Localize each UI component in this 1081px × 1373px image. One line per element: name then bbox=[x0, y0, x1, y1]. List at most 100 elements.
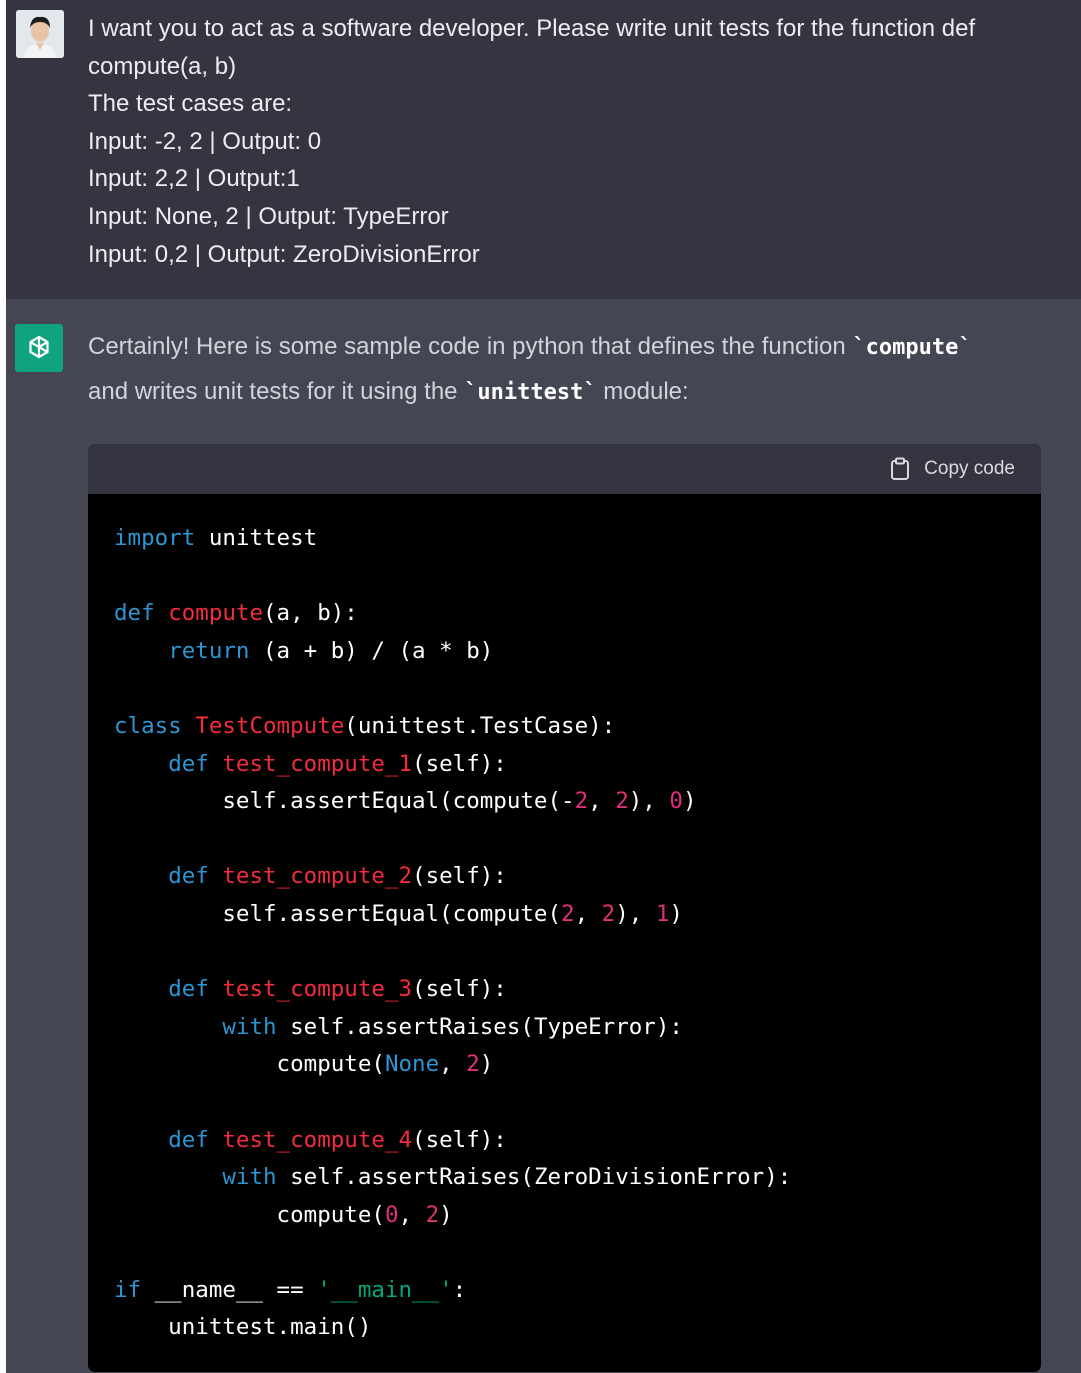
code-token-plain: (self): bbox=[412, 1126, 507, 1153]
code-line: def test_compute_1(self): bbox=[114, 746, 791, 784]
code-line: with self.assertRaises(TypeError): bbox=[114, 1009, 791, 1047]
code-token-num: 2 bbox=[425, 1201, 440, 1228]
code-token-kw: None bbox=[384, 1051, 440, 1078]
code-token-fn: test_compute_3 bbox=[222, 976, 413, 1003]
code-token-plain: (self): bbox=[412, 976, 507, 1003]
code-line: self.assertEqual(compute(2, 2), 1) bbox=[114, 896, 791, 934]
code-token-num: 2 bbox=[615, 788, 629, 815]
intro-text-1: Certainly! Here is some sample code in p… bbox=[88, 333, 853, 360]
user-message-line: The test cases are: bbox=[88, 90, 293, 118]
code-token-num: 2 bbox=[466, 1051, 480, 1078]
code-line: def test_compute_4(self): bbox=[114, 1122, 791, 1160]
code-token-plain: unittest.main() bbox=[114, 1314, 372, 1341]
code-line: self.assertEqual(compute(-2, 2), 0) bbox=[114, 783, 791, 821]
code-token-kw: def bbox=[168, 1126, 209, 1153]
code-token-plain: self.assertEqual(compute( bbox=[114, 900, 562, 927]
code-line: class TestCompute(unittest.TestCase): bbox=[114, 708, 791, 746]
code-line: compute(None, 2) bbox=[114, 1046, 791, 1084]
code-token-kw: def bbox=[114, 600, 155, 627]
code-token-plain: (a, b): bbox=[263, 600, 358, 627]
code-token-plain: ) bbox=[669, 900, 683, 927]
code-token-fn: TestCompute bbox=[195, 712, 345, 739]
code-token-num: 0 bbox=[669, 788, 683, 815]
code-line: import unittest bbox=[114, 520, 791, 558]
user-message-line: Input: -2, 2 | Output: 0 bbox=[88, 127, 322, 155]
code-token-num: 0 bbox=[384, 1201, 399, 1228]
code-line: def compute(a, b): bbox=[114, 595, 791, 633]
code-line: with self.assertRaises(ZeroDivisionError… bbox=[114, 1159, 791, 1197]
code-token-kw: class bbox=[114, 712, 182, 739]
code-token-plain: ), bbox=[628, 788, 670, 815]
code-token-plain: unittest bbox=[195, 525, 318, 551]
code-token-plain: , bbox=[398, 1201, 426, 1228]
code-token-plain: compute( bbox=[114, 1201, 385, 1228]
code-token-fn: test_compute_2 bbox=[222, 863, 413, 890]
code-line: def test_compute_2(self): bbox=[114, 858, 791, 896]
user-message-line: I want you to act as a software develope… bbox=[88, 15, 976, 42]
intro-text-2: and writes unit tests for it using the bbox=[88, 378, 465, 405]
code-token-plain: (a + b) / (a * b) bbox=[249, 637, 494, 664]
code-token-num: 2 bbox=[561, 900, 575, 927]
user-message-line: compute(a, b) bbox=[88, 52, 237, 80]
code-token-plain: ) bbox=[439, 1201, 453, 1228]
user-message-line: Input: None, 2 | Output: TypeError bbox=[88, 202, 449, 230]
clipboard-icon bbox=[891, 457, 910, 480]
code-line: if __name__ == '__main__': bbox=[114, 1272, 791, 1310]
openai-logo-icon bbox=[15, 324, 63, 372]
code-line: return (a + b) / (a * b) bbox=[114, 633, 791, 671]
intro-text-3: module: bbox=[596, 378, 689, 405]
code-line: compute(0, 2) bbox=[114, 1197, 791, 1235]
code-content: import unittest def compute(a, b): return… bbox=[114, 520, 791, 1347]
code-token-kw: def bbox=[168, 863, 209, 890]
code-token-kw: def bbox=[168, 976, 209, 1003]
code-token-fn: test_compute_4 bbox=[222, 1126, 413, 1153]
code-token-plain: , bbox=[439, 1051, 467, 1078]
code-token-kw: import bbox=[114, 525, 196, 551]
code-token-fn: compute bbox=[168, 600, 264, 627]
copy-code-button[interactable]: Copy code bbox=[890, 457, 1015, 481]
code-block-header: Copy code bbox=[88, 444, 1041, 494]
inline-code-unittest: `unittest` bbox=[464, 380, 597, 405]
user-message: I want you to act as a software develope… bbox=[6, 0, 1081, 299]
copy-code-label: Copy code bbox=[924, 458, 1015, 479]
code-token-plain: compute( bbox=[114, 1051, 385, 1078]
code-token-kw: with bbox=[222, 1013, 277, 1040]
intro-line-1: Certainly! Here is some sample code in p… bbox=[88, 325, 1058, 370]
code-token-num: 2 bbox=[574, 788, 589, 815]
assistant-message-intro: Certainly! Here is some sample code in p… bbox=[88, 325, 1058, 415]
code-token-plain: (unittest.TestCase): bbox=[344, 712, 616, 739]
code-token-plain: ), bbox=[615, 900, 656, 927]
code-token-plain: self.assertRaises(ZeroDivisionError): bbox=[276, 1164, 792, 1191]
assistant-message: Certainly! Here is some sample code in p… bbox=[6, 299, 1081, 1373]
code-block: Copy code import unittest def compute(a, … bbox=[88, 444, 1041, 1372]
code-token-plain: ) bbox=[682, 788, 697, 815]
code-token-plain: (self): bbox=[412, 750, 507, 777]
code-token-plain: : bbox=[452, 1276, 467, 1303]
code-token-num: 1 bbox=[655, 900, 670, 927]
code-token-plain: self.assertEqual(compute(- bbox=[114, 788, 575, 815]
code-token-kw: return bbox=[168, 637, 250, 664]
code-token-kw: def bbox=[168, 750, 209, 777]
code-token-plain: , bbox=[588, 788, 616, 815]
code-token-kw: if bbox=[114, 1276, 142, 1303]
user-message-line: Input: 0,2 | Output: ZeroDivisionError bbox=[88, 240, 480, 268]
code-token-str: '__main__' bbox=[317, 1276, 453, 1303]
code-token-plain: , bbox=[574, 900, 602, 927]
code-line: unittest.main() bbox=[114, 1309, 791, 1347]
code-line: def test_compute_3(self): bbox=[114, 971, 791, 1009]
user-message-line: Input: 2,2 | Output:1 bbox=[88, 165, 300, 193]
